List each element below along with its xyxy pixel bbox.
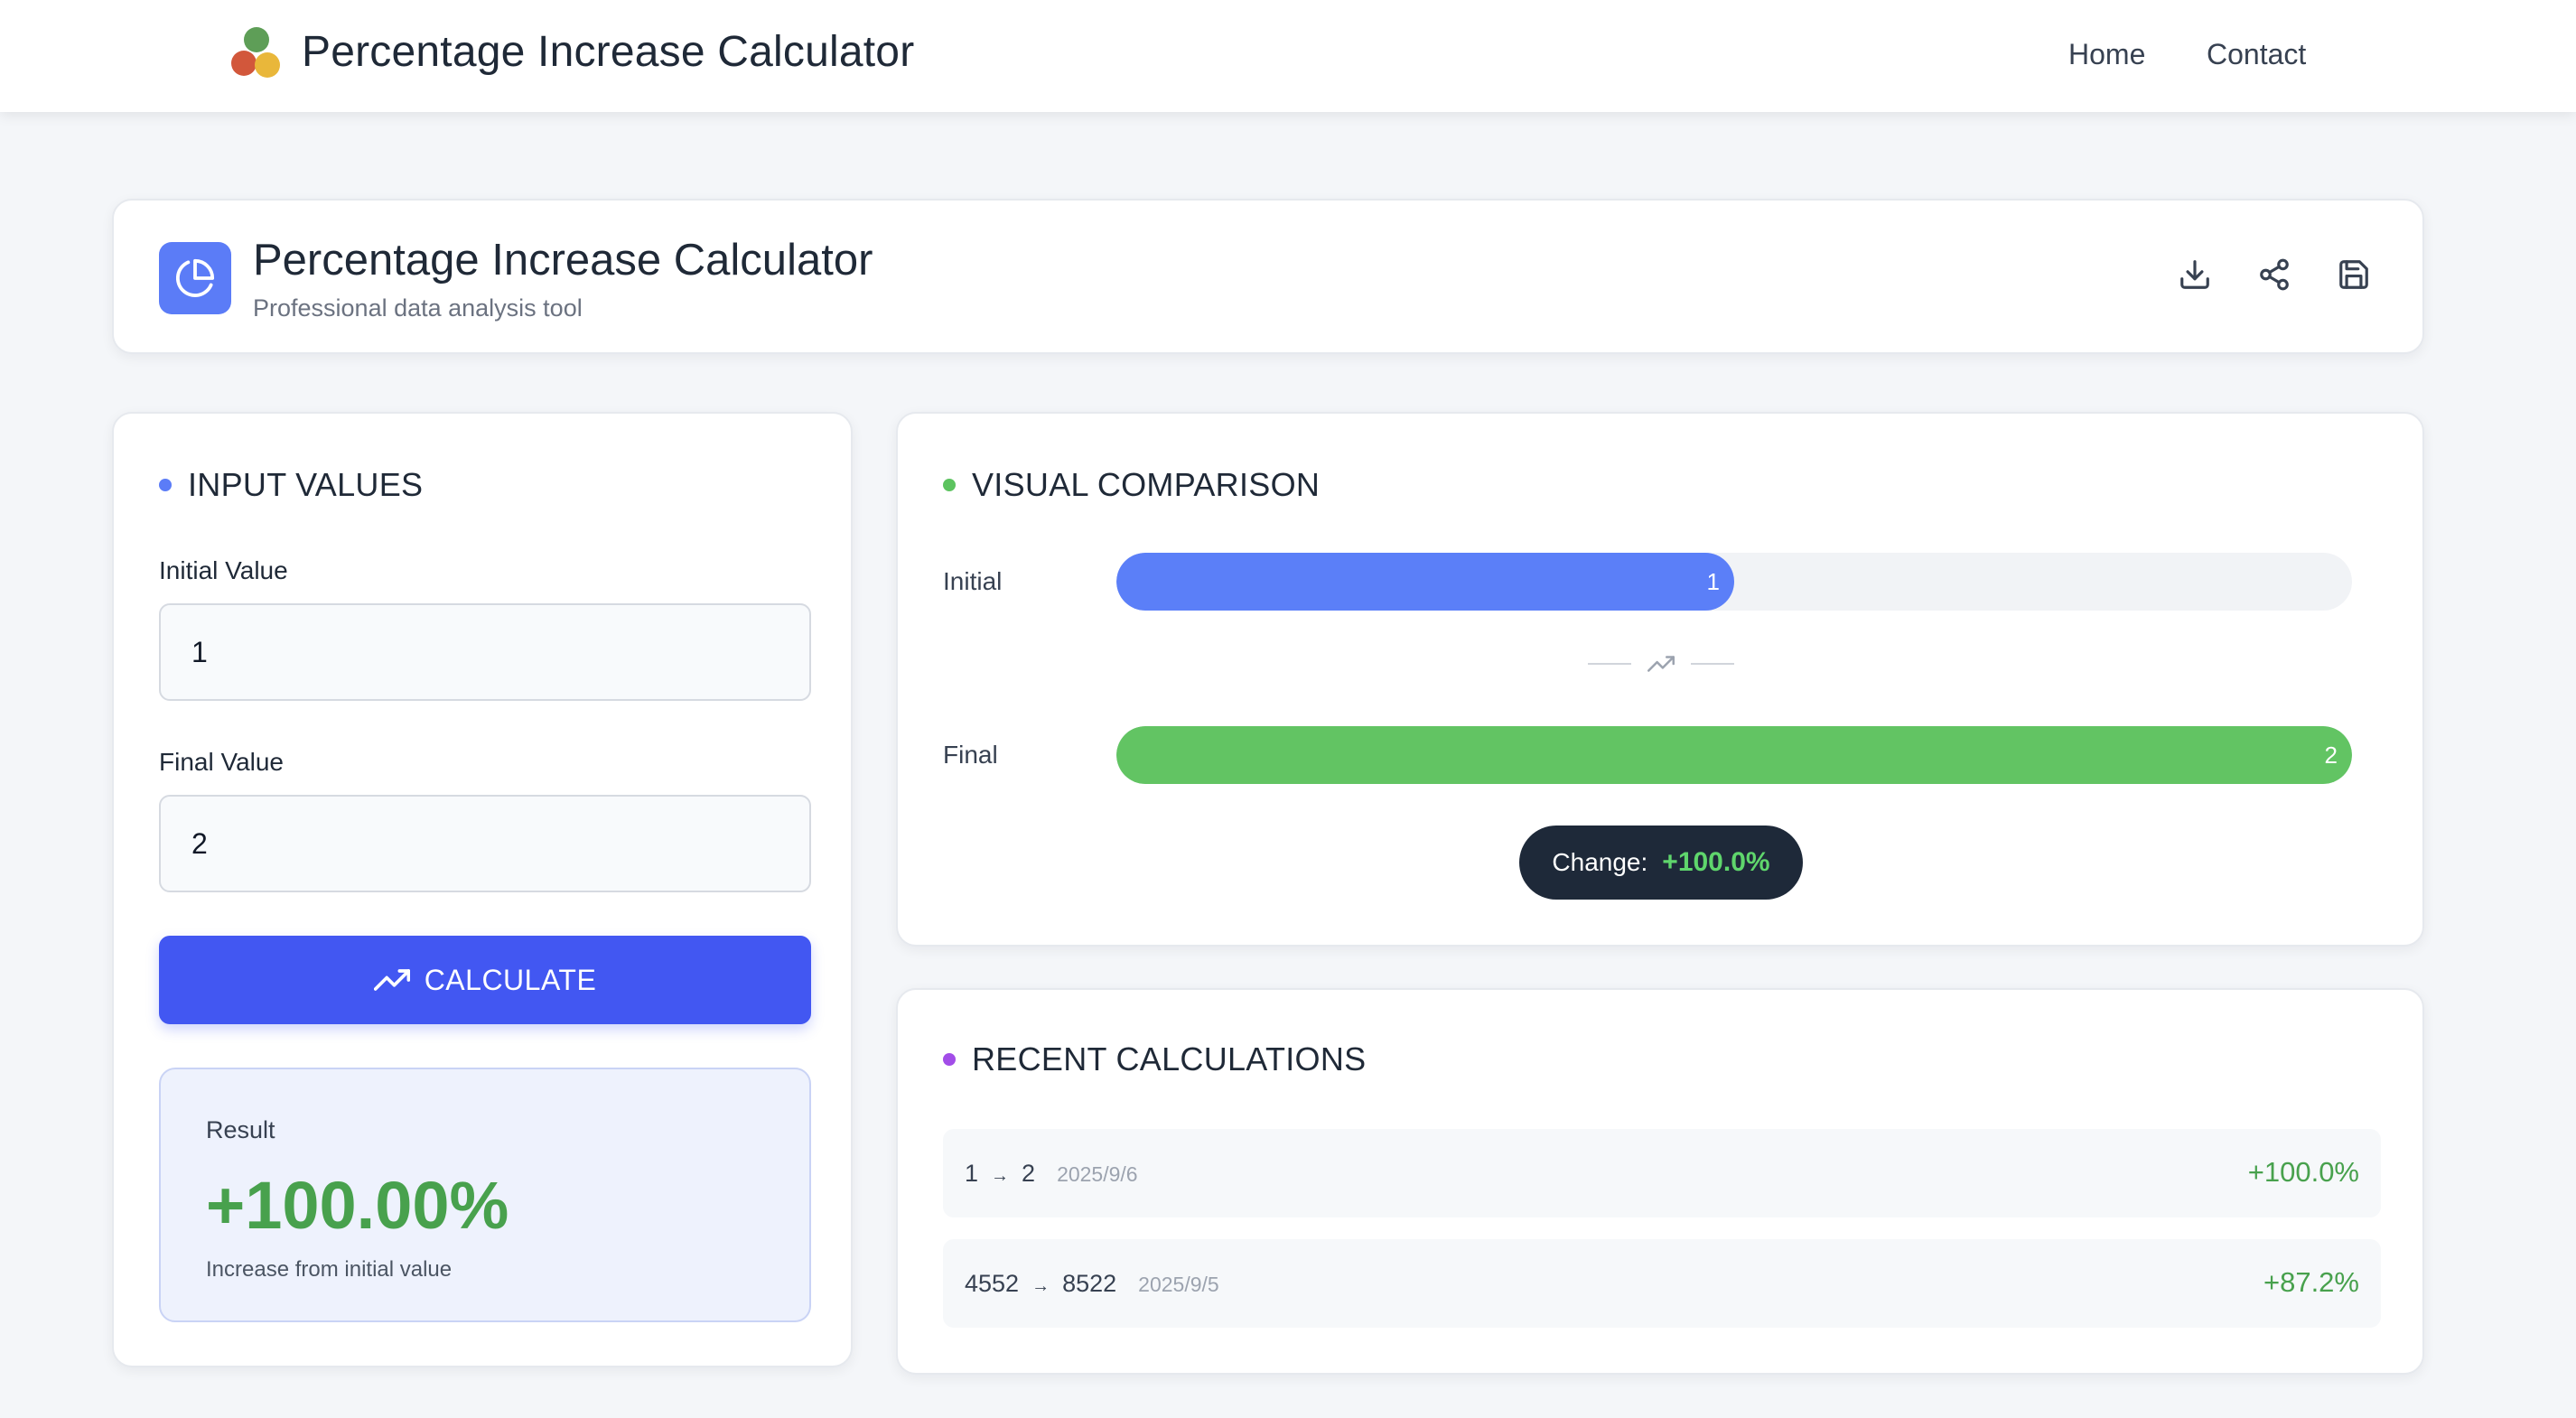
top-navbar: Percentage Increase Calculator Home Cont…: [0, 0, 2576, 112]
initial-bar-label: Initial: [943, 567, 1003, 595]
recent-calculations-card: RECENT CALCULATIONS 1 → 2 2025/9/6 +100.0% …: [896, 988, 2424, 1375]
recent-row-values: 1 → 2 2025/9/6: [965, 1160, 1138, 1188]
share-icon[interactable]: [2254, 255, 2294, 294]
brand[interactable]: Percentage Increase Calculator: [229, 25, 914, 78]
brand-logo-icon: [229, 25, 282, 78]
bullet-icon: [159, 479, 172, 491]
brand-title: Percentage Increase Calculator: [302, 27, 915, 76]
final-bar-fill: 2: [1116, 726, 2352, 784]
recent-row-values: 4552 → 8522 2025/9/5: [965, 1270, 1219, 1298]
recent-from: 1: [965, 1160, 979, 1187]
save-icon[interactable]: [2334, 255, 2374, 294]
recent-change: +100.0%: [2247, 1156, 2359, 1188]
page-title: Percentage Increase Calculator: [253, 236, 873, 285]
visual-comparison-card: VISUAL COMPARISON Initial 1 Final 2 Chan…: [896, 412, 2424, 947]
visual-section-title: VISUAL COMPARISON: [943, 466, 1320, 504]
recent-row[interactable]: 1 → 2 2025/9/6 +100.0%: [943, 1129, 2381, 1217]
download-icon[interactable]: [2175, 255, 2215, 294]
final-value-label: Final Value: [159, 748, 285, 776]
recent-from: 4552: [965, 1270, 1020, 1297]
trending-up-icon: [373, 969, 410, 991]
final-bar-track: 2: [1116, 726, 2352, 784]
result-box: Result +100.00% Increase from initial va…: [159, 1068, 811, 1322]
initial-value-input[interactable]: [159, 603, 811, 701]
recent-to: 2: [1022, 1160, 1036, 1187]
pie-chart-icon: [159, 242, 231, 314]
change-value: +100.0%: [1662, 847, 1770, 877]
bullet-icon: [943, 479, 956, 491]
recent-to: 8522: [1062, 1270, 1117, 1297]
recent-change: +87.2%: [2263, 1266, 2359, 1298]
input-card: INPUT VALUES Initial Value Final Value C…: [112, 412, 853, 1367]
recent-date: 2025/9/5: [1138, 1273, 1219, 1296]
result-value: +100.00%: [206, 1168, 509, 1243]
trending-up-icon: [1647, 656, 1675, 672]
header-actions: [2175, 255, 2374, 294]
calculate-button[interactable]: CALCULATE: [159, 936, 811, 1024]
page-subtitle: Professional data analysis tool: [253, 294, 583, 322]
trend-divider: [1588, 650, 1734, 677]
change-label: Change:: [1552, 848, 1648, 876]
bullet-icon: [943, 1053, 956, 1066]
arrow-right-icon: →: [991, 1166, 1010, 1186]
header-card: Percentage Increase Calculator Professio…: [112, 199, 2424, 354]
input-section-title: INPUT VALUES: [159, 466, 423, 504]
initial-value-label: Initial Value: [159, 556, 288, 584]
nav-link-home[interactable]: Home: [2068, 38, 2145, 71]
initial-bar-track: 1: [1116, 553, 2352, 611]
nav-link-contact[interactable]: Contact: [2207, 38, 2306, 71]
result-description: Increase from initial value: [206, 1257, 453, 1282]
final-value-input[interactable]: [159, 795, 811, 892]
arrow-right-icon: →: [1031, 1276, 1050, 1296]
recent-row[interactable]: 4552 → 8522 2025/9/5 +87.2%: [943, 1239, 2381, 1328]
recent-date: 2025/9/6: [1057, 1162, 1138, 1186]
visual-section-title-text: VISUAL COMPARISON: [972, 466, 1321, 503]
initial-bar-value: 1: [1706, 567, 1720, 595]
calculate-button-label: CALCULATE: [424, 963, 597, 996]
change-pill: Change: +100.0%: [1519, 826, 1803, 900]
recent-section-title: RECENT CALCULATIONS: [943, 1040, 1366, 1078]
initial-bar-fill: 1: [1116, 553, 1734, 611]
recent-section-title-text: RECENT CALCULATIONS: [972, 1040, 1367, 1077]
final-bar-value: 2: [2324, 741, 2338, 769]
result-label: Result: [206, 1116, 275, 1143]
input-section-title-text: INPUT VALUES: [188, 466, 424, 503]
final-bar-label: Final: [943, 741, 998, 769]
